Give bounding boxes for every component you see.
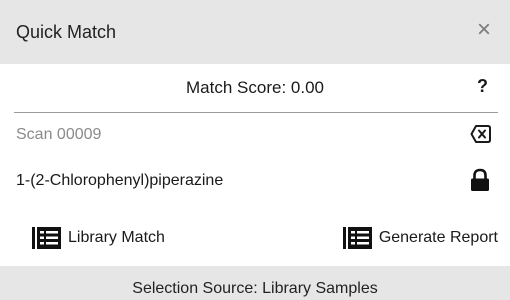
panel-header: Quick Match × <box>0 0 510 64</box>
divider <box>14 112 498 113</box>
panel-title: Quick Match <box>16 22 117 42</box>
scan-row: Scan 00009 <box>0 118 510 150</box>
quick-match-panel: Quick Match × Match Score: 0.00 ? Scan 0… <box>0 0 510 300</box>
match-score-row: Match Score: 0.00 ? <box>0 64 510 112</box>
actions-row: Library Match Generate Report <box>0 222 510 254</box>
selection-source-footer: Selection Source: Library Samples <box>0 266 510 300</box>
compound-name: 1-(2-Chlorophenyl)piperazine <box>16 172 224 189</box>
report-list-icon <box>342 226 373 250</box>
report-list-icon <box>32 226 62 250</box>
close-icon[interactable]: × <box>470 16 498 44</box>
clear-x-icon[interactable] <box>470 124 492 144</box>
generate-report-label: Generate Report <box>378 229 498 246</box>
match-score-label: Match Score: 0.00 <box>186 78 324 97</box>
scan-name: Scan 00009 <box>16 126 102 143</box>
lock-icon[interactable] <box>470 168 490 192</box>
generate-report-button[interactable]: Generate Report <box>342 222 498 254</box>
library-match-button[interactable]: Library Match <box>32 222 165 254</box>
selection-source-label: Selection Source: Library Samples <box>132 280 378 297</box>
library-match-label: Library Match <box>68 229 165 246</box>
help-icon[interactable]: ? <box>477 76 488 97</box>
compound-row: 1-(2-Chlorophenyl)piperazine <box>0 164 510 196</box>
